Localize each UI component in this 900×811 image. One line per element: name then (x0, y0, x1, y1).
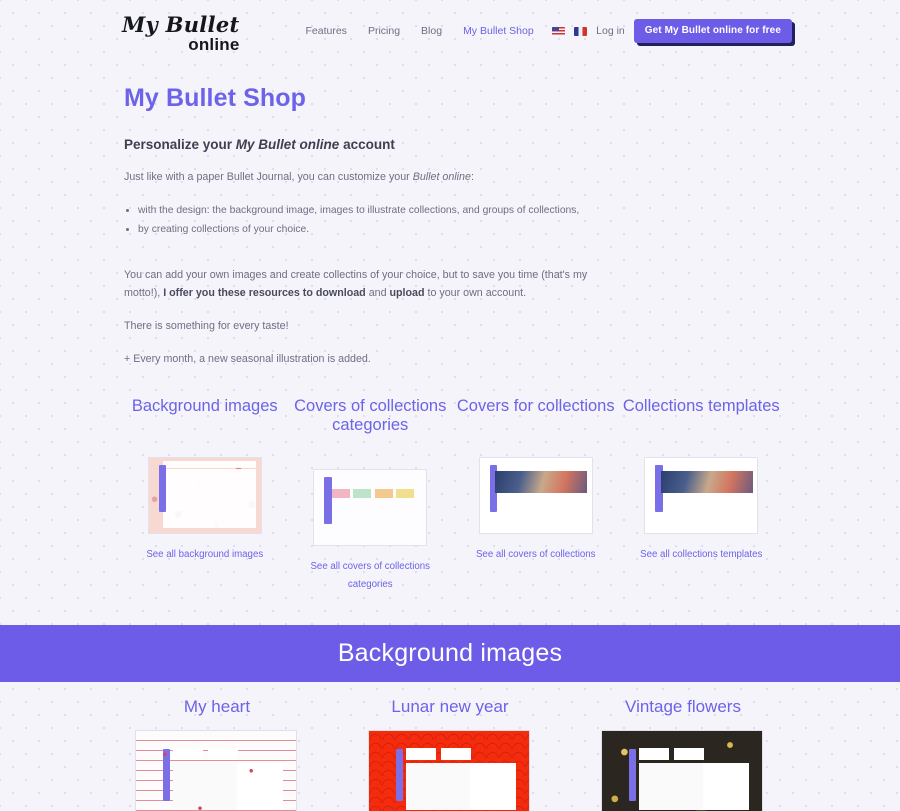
mock-panel-a (172, 748, 204, 760)
mock-sidebar (629, 749, 637, 801)
mock-panel-b (674, 748, 705, 760)
lead-paragraph: Just like with a paper Bullet Journal, y… (124, 169, 778, 185)
intro-section: My Bullet Shop Personalize your My Bulle… (0, 62, 900, 369)
cover-photo-icon (660, 470, 753, 494)
description-paragraph-1: You can add your own images and create c… (124, 267, 610, 302)
site-header: My Bullet online Features Pricing Blog M… (0, 0, 900, 62)
para1-part-e: to your own account. (424, 286, 527, 299)
para1-part-c: and (365, 286, 390, 299)
get-started-button[interactable]: Get My Bullet online for free (633, 19, 792, 43)
category-card-covers-of-collections-categories[interactable]: Covers of collections categories See all… (288, 397, 454, 595)
nav-item-pricing[interactable]: Pricing (368, 25, 400, 37)
category-card-grid: Background images See all background ima… (0, 369, 900, 595)
fr-flag-icon[interactable] (574, 26, 588, 36)
mock-topbar (163, 460, 257, 468)
gallery-thumbnail-vintage-flowers[interactable] (601, 729, 763, 811)
mock-side-panel (702, 763, 750, 811)
category-title: Covers of collections categories (294, 396, 447, 434)
description-paragraph-2: There is something for every taste! (124, 320, 289, 333)
site-logo[interactable]: My Bullet online (122, 10, 240, 53)
para1-bold-1: I offer you these resources to download (163, 286, 366, 299)
main-navigation: Features Pricing Blog My Bullet Shop (306, 25, 534, 37)
app-preview-mock (136, 731, 296, 811)
background-images-banner: Background images (0, 624, 900, 682)
see-all-covers-collections-link[interactable]: See all covers of collections (453, 546, 619, 564)
mock-content (163, 469, 257, 529)
header-actions: Log in Get My Bullet online for free (552, 19, 792, 43)
nav-item-blog[interactable]: Blog (421, 25, 442, 37)
category-thumbnail-background-images[interactable] (147, 456, 262, 534)
mock-main-panel (172, 763, 260, 811)
subtitle-part-2: account (339, 137, 395, 152)
nav-item-my-bullet-shop[interactable]: My Bullet Shop (463, 25, 534, 37)
category-card-collections-templates[interactable]: Collections templates See all collection… (619, 397, 785, 595)
category-title: Background images (131, 396, 278, 415)
mock-sidebar (158, 465, 167, 512)
column-header-3 (374, 489, 393, 498)
see-all-background-images-link[interactable]: See all background images (122, 546, 288, 564)
see-all-covers-categories-link[interactable]: See all covers of collections categories (288, 558, 454, 595)
app-preview-mock (602, 731, 762, 811)
mock-side-panel (469, 763, 517, 811)
list-item: with the design: the background image, i… (138, 201, 778, 220)
login-link[interactable]: Log in (596, 25, 625, 37)
app-preview-mock (479, 457, 592, 533)
mock-panel-b (441, 748, 472, 760)
gallery-item-title: Vintage flowers (625, 696, 741, 716)
lead-part-1: Just like with a paper Bullet Journal, y… (124, 171, 413, 183)
mock-side-panel (236, 763, 284, 811)
logo-text-bottom: online (188, 34, 240, 54)
app-preview-mock (369, 731, 529, 811)
gallery-item-vintage-flowers: Vintage flowers Download 'Vintage flower… (601, 697, 765, 811)
list-item: by creating collections of your choice. (138, 220, 778, 239)
category-title: Collections templates (622, 396, 780, 415)
mock-panel-a (405, 748, 437, 760)
see-all-collections-templates-link[interactable]: See all collections templates (619, 546, 785, 564)
gallery-thumbnail-lunar-new-year[interactable] (368, 729, 530, 811)
background-images-gallery: My heart Download 'My heart' Lunar new y… (0, 682, 900, 811)
category-card-covers-for-collections[interactable]: Covers for collections See all covers of… (453, 397, 619, 595)
logo-text-top: My Bullet (122, 11, 240, 37)
mock-sidebar (324, 477, 332, 524)
lead-part-2: : (470, 171, 474, 183)
gallery-item-lunar-new-year: Lunar new year Download 'Lunar year' (368, 697, 532, 811)
mock-sidebar (163, 749, 171, 801)
feature-bullet-list: with the design: the background image, i… (138, 201, 778, 239)
gallery-item-title: My heart (183, 696, 251, 716)
app-preview-mock (645, 457, 758, 533)
category-thumbnail-covers-collections[interactable] (478, 456, 593, 534)
lead-emphasis: Bullet online (412, 171, 471, 183)
us-flag-icon[interactable] (552, 26, 566, 36)
column-header-4 (396, 489, 414, 498)
subtitle-part-1: Personalize your (124, 137, 236, 152)
subtitle-emphasis: My Bullet online (235, 137, 340, 152)
banner-title: Background images (337, 638, 563, 667)
nav-item-features[interactable]: Features (306, 25, 347, 37)
gallery-thumbnail-my-heart[interactable] (135, 729, 297, 811)
gallery-item-title: Lunar new year (391, 696, 509, 716)
cover-photo-icon (495, 470, 588, 494)
column-header-1 (332, 489, 351, 498)
category-thumbnail-collections-templates[interactable] (644, 456, 759, 534)
app-preview-mock (148, 457, 261, 533)
gallery-item-my-heart: My heart Download 'My heart' (135, 697, 299, 811)
mock-panel-b (208, 748, 239, 760)
category-title: Covers for collections (456, 396, 615, 415)
mock-panel-a (638, 748, 670, 760)
mock-sidebar (396, 749, 404, 801)
page-title: My Bullet Shop (124, 84, 306, 112)
section-subtitle: Personalize your My Bullet online accoun… (124, 137, 778, 152)
category-thumbnail-covers-categories[interactable] (313, 468, 428, 546)
app-preview-mock (314, 469, 427, 545)
category-card-background-images[interactable]: Background images See all background ima… (122, 397, 288, 595)
column-header-2 (353, 489, 372, 498)
para1-bold-2: upload (389, 286, 425, 299)
description-paragraph-3: + Every month, a new seasonal illustrati… (124, 353, 371, 366)
